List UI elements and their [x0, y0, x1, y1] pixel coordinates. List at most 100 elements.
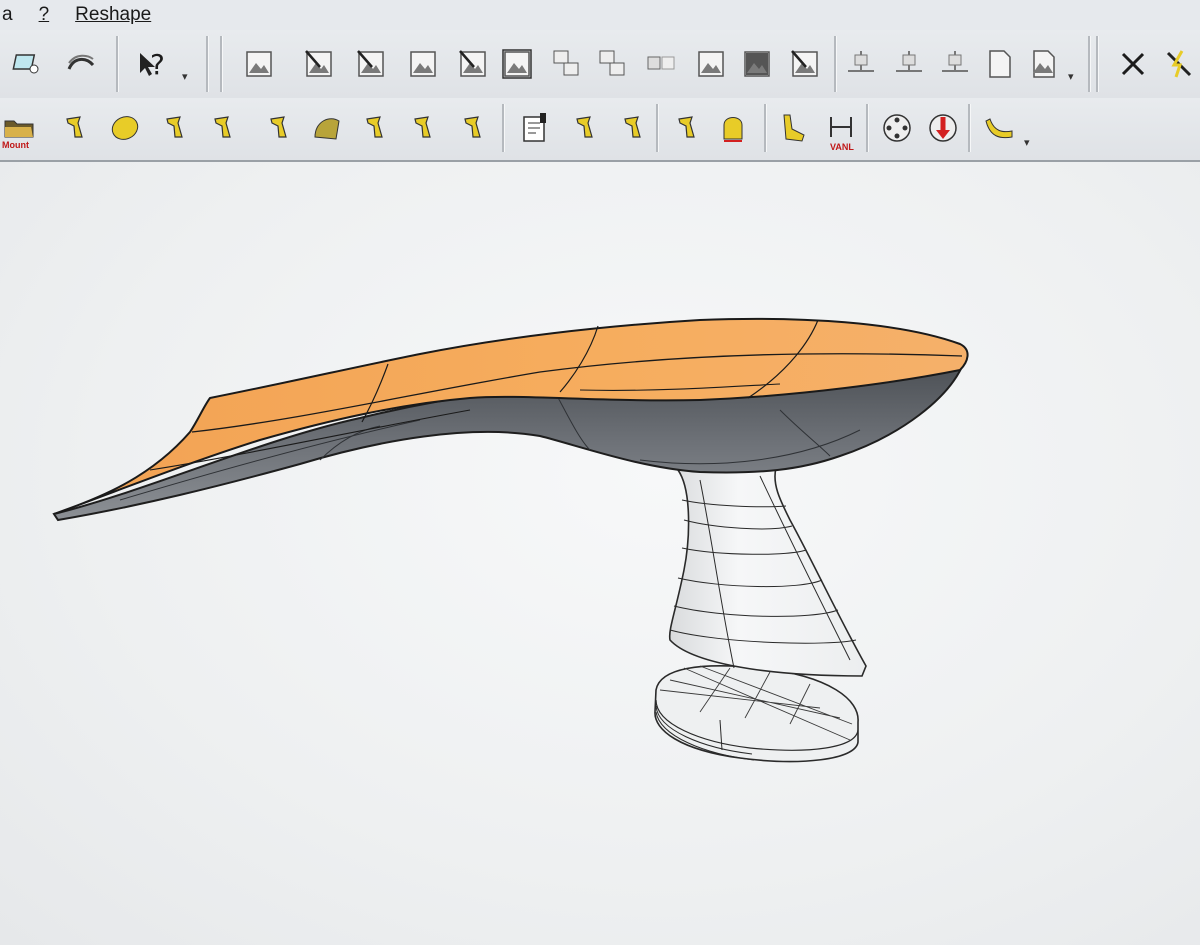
close-icon-graphic: [1121, 52, 1145, 76]
lightning-edit-icon-graphic: [1166, 50, 1192, 78]
image-icon[interactable]: [240, 44, 278, 84]
toolbar-separator: [764, 104, 767, 152]
surface-icon-graphic: [67, 54, 95, 70]
heel-cup-icon[interactable]: [714, 108, 752, 148]
crop-icon[interactable]: [692, 44, 730, 84]
align-point-2-icon[interactable]: [890, 44, 928, 84]
last-points-icon[interactable]: [260, 108, 298, 148]
help-question-glyph: ?: [150, 48, 165, 81]
last-split-icon-graphic: [366, 116, 383, 138]
grid-image-icon[interactable]: [404, 44, 442, 84]
menu-help[interactable]: ?: [39, 4, 50, 26]
menu-a[interactable]: a: [2, 4, 13, 26]
image-icon-graphic: [246, 51, 272, 77]
red-down-circle-icon[interactable]: [924, 108, 962, 148]
heel-cup-icon-graphic: [723, 117, 743, 142]
last-rotate-icon-graphic: [166, 116, 183, 138]
small-grid-icon-graphic: [647, 56, 675, 70]
insole-yellow-icon-graphic: [111, 116, 139, 140]
foot-side-icon[interactable]: [774, 108, 812, 148]
toolbar-separator: [1096, 36, 1099, 92]
menu-reshape[interactable]: Reshape: [75, 4, 151, 26]
last-rotate-icon[interactable]: [156, 108, 194, 148]
dropdown-caret-icon[interactable]: ▾: [1068, 70, 1074, 83]
page-icon[interactable]: [980, 44, 1018, 84]
small-grid-icon[interactable]: [642, 44, 680, 84]
paint-icon[interactable]: [786, 44, 824, 84]
last-box-icon-graphic: [624, 116, 641, 138]
menu-bar: a? Reshape: [0, 0, 1200, 30]
frame-image-icon-graphic: [502, 49, 532, 79]
transform-image-icon[interactable]: [454, 44, 492, 84]
view-orbit-icon-graphic: [12, 54, 39, 74]
insole-yellow-icon[interactable]: [106, 108, 144, 148]
toolbar-separator: [866, 104, 869, 152]
document-edit-icon-graphic: [523, 113, 546, 142]
pedestal-column: [668, 467, 867, 677]
align-edit-icon-graphic: [942, 51, 968, 72]
align-edit-icon[interactable]: [936, 44, 974, 84]
align-point-icon-graphic: [848, 51, 874, 72]
dark-image-icon-graphic: [744, 51, 770, 77]
insole-toolbar: ▾ Mount VANL: [0, 98, 1200, 162]
mesh-select-icon[interactable]: [352, 44, 390, 84]
crop-icon-graphic: [698, 51, 724, 77]
toolbar-separator: [656, 104, 659, 152]
document-edit-icon[interactable]: [516, 108, 554, 148]
grid-image-icon-graphic: [410, 51, 436, 77]
vanl-label: VANL: [830, 142, 854, 152]
align-point-icon[interactable]: [842, 44, 880, 84]
last-arrow-icon-graphic: [464, 116, 481, 138]
3d-viewport[interactable]: [0, 162, 1200, 945]
toolbar-separator: [1088, 36, 1091, 92]
mesh-edit-icon-graphic: [305, 50, 332, 77]
surface-wrap-icon-graphic: [314, 118, 340, 140]
pedestal-base: [654, 665, 859, 763]
rotate-circle-icon-graphic: [883, 114, 911, 142]
view-orbit-icon[interactable]: [10, 44, 48, 84]
frame-image-icon[interactable]: [498, 44, 536, 84]
red-down-circle-icon-graphic: [929, 114, 957, 142]
foot-side-icon-graphic: [783, 114, 805, 142]
dropdown-caret-icon[interactable]: ▾: [182, 70, 188, 83]
surface-wrap-icon[interactable]: [308, 108, 346, 148]
stack-icon-graphic: [599, 50, 625, 76]
copy-image-icon[interactable]: [548, 44, 586, 84]
transform-image-icon-graphic: [459, 50, 486, 77]
last-points-icon-graphic: [270, 116, 287, 138]
page-icon-graphic: [989, 50, 1011, 78]
toolbar-separator: [206, 36, 209, 92]
main-toolbar: ? ▾ ▾: [0, 30, 1200, 99]
copy-image-icon-graphic: [553, 50, 579, 76]
insole-profile-icon[interactable]: [980, 108, 1018, 148]
mesh-edit-icon[interactable]: [300, 44, 338, 84]
stack-icon[interactable]: [594, 44, 632, 84]
paste-last-icon[interactable]: [56, 108, 94, 148]
page-image-icon[interactable]: [1024, 44, 1062, 84]
mount-label: Mount: [2, 140, 29, 150]
toolbar-separator: [116, 36, 119, 92]
close-icon[interactable]: [1114, 44, 1152, 84]
toolbar-separator: [834, 36, 837, 92]
foot-align-icon[interactable]: [404, 108, 442, 148]
last-split-icon[interactable]: [356, 108, 394, 148]
page-image-icon-graphic: [1033, 50, 1055, 78]
last-grid-icon[interactable]: [668, 108, 706, 148]
lightning-edit-icon[interactable]: [1160, 44, 1198, 84]
rotate-circle-icon[interactable]: [878, 108, 916, 148]
toolbar-separator: [502, 104, 505, 152]
mesh-select-icon-graphic: [357, 50, 384, 77]
toolbar-separator: [968, 104, 971, 152]
last-height-icon[interactable]: [566, 108, 604, 148]
last-cut-icon-graphic: [214, 116, 231, 138]
surface-icon[interactable]: [62, 44, 100, 84]
last-arrow-icon[interactable]: [454, 108, 492, 148]
paint-icon-graphic: [791, 50, 818, 77]
insole-profile-icon-graphic: [985, 118, 1013, 139]
toolbar-separator: [220, 36, 223, 92]
vanl-measure-icon-graphic: [830, 117, 852, 137]
last-cut-icon[interactable]: [204, 108, 242, 148]
dark-image-icon[interactable]: [738, 44, 776, 84]
dropdown-caret-icon[interactable]: ▾: [1024, 136, 1030, 149]
last-box-icon[interactable]: [614, 108, 652, 148]
